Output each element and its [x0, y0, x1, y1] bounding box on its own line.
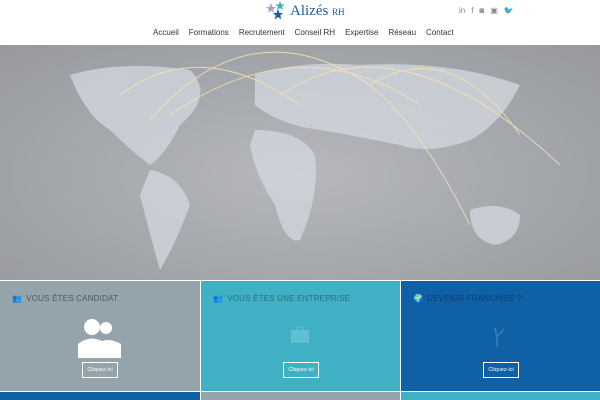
panel-franchise: 🌍 DEVENIR FRANCHISÉ ? Cliquez-ici [401, 281, 600, 391]
globe-icon: 🌍 [413, 294, 424, 303]
briefcase-icon [291, 326, 309, 343]
nav-accueil[interactable]: Accueil [148, 25, 184, 48]
site-header: Alizés RH in f ◙ ▣ 🐦 Accueil Formations … [0, 0, 600, 48]
facebook-icon[interactable]: f [471, 6, 473, 15]
panel-candidat: 👥 VOUS ÊTES CANDIDAT Cliquez-ici [0, 281, 200, 391]
nav-expertise[interactable]: Expertise [340, 25, 383, 45]
users-icon: 👥 [213, 294, 224, 303]
nav-recrutement[interactable]: Recrutement [234, 25, 290, 45]
franchise-cta-button[interactable]: Cliquez-ici [483, 362, 519, 378]
twitter-icon[interactable]: 🐦 [504, 6, 514, 15]
panel-title: VOUS ÊTES CANDIDAT [26, 294, 119, 303]
logo-text: Alizés RH [290, 2, 345, 19]
branch-icon [494, 327, 505, 347]
world-map-image [70, 51, 561, 270]
nav-contact[interactable]: Contact [421, 25, 459, 45]
panel-entreprise: 👥 VOUS ÊTES UNE ENTREPRISE Cliquez-ici [201, 281, 400, 391]
hero-world-map [0, 45, 600, 280]
youtube-icon[interactable]: ▣ [490, 6, 498, 15]
instagram-icon[interactable]: ◙ [479, 6, 484, 15]
bottom-strip [401, 392, 600, 400]
users-icon: 👥 [12, 294, 23, 303]
bottom-strip [0, 392, 200, 400]
panel-title: DEVENIR FRANCHISÉ ? [427, 294, 522, 303]
social-links: in f ◙ ▣ 🐦 [459, 6, 514, 15]
main-nav: Accueil Formations Recrutement Conseil R… [148, 25, 459, 48]
nav-formations[interactable]: Formations [184, 25, 234, 45]
stars-logo-icon [266, 1, 285, 20]
bottom-strip [201, 392, 400, 400]
nav-reseau[interactable]: Réseau [383, 25, 421, 45]
panel-title: VOUS ÊTES UNE ENTREPRISE [227, 294, 351, 303]
entreprise-cta-button[interactable]: Cliquez-ici [283, 362, 319, 378]
linkedin-icon[interactable]: in [459, 6, 465, 15]
users-large-icon [78, 319, 121, 358]
nav-conseil-rh[interactable]: Conseil RH [290, 25, 340, 45]
logo[interactable]: Alizés RH [266, 0, 345, 22]
candidat-cta-button[interactable]: Cliquez-ici [82, 362, 118, 378]
